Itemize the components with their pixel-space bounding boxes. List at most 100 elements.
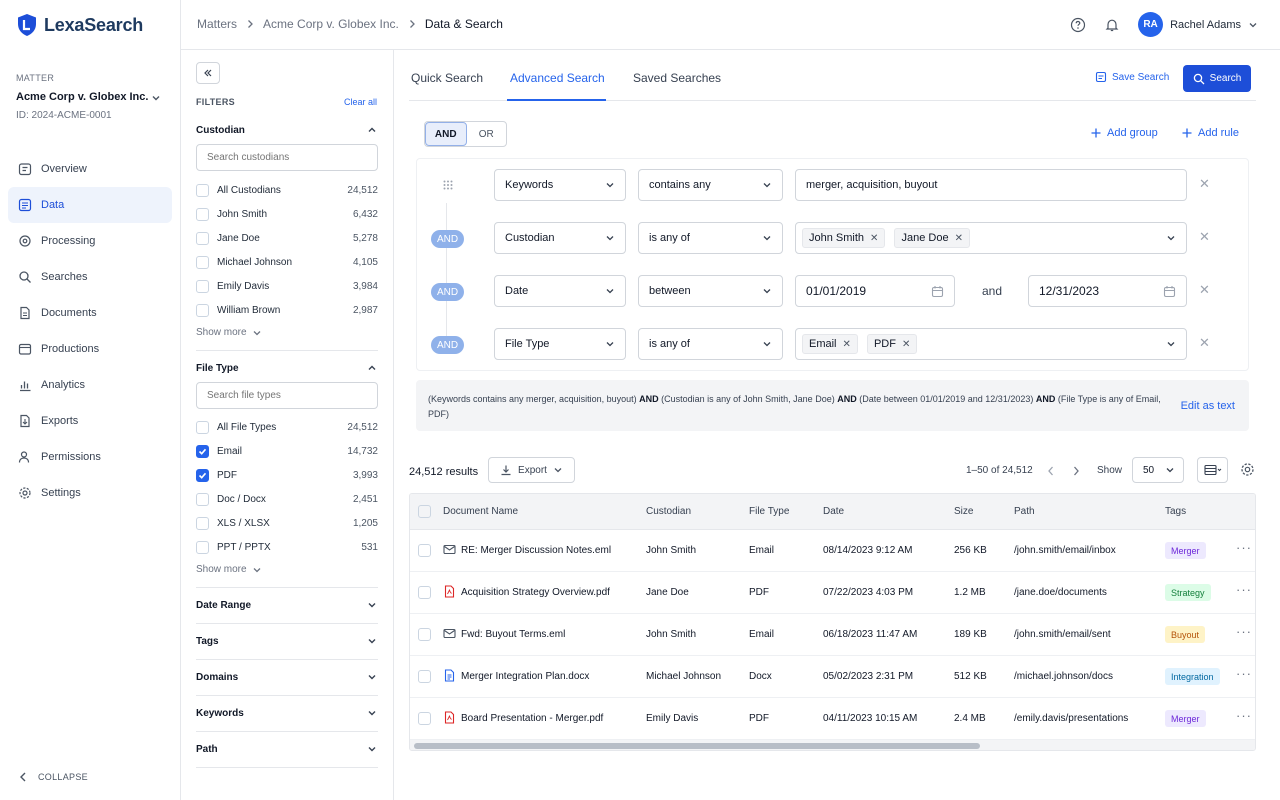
- custodian-show-more[interactable]: Show more: [196, 327, 262, 338]
- column-header-file-type[interactable]: File Type: [749, 506, 789, 517]
- remove-rule-icon[interactable]: ✕: [1199, 176, 1210, 192]
- page-size-select[interactable]: 50: [1132, 457, 1184, 483]
- filter-option[interactable]: Email 14,732: [196, 439, 378, 463]
- and-toggle[interactable]: AND: [425, 122, 467, 146]
- checkbox[interactable]: [196, 207, 209, 221]
- more-options-icon[interactable]: ···: [1236, 540, 1252, 555]
- nav-item-productions[interactable]: Productions: [8, 331, 172, 367]
- nav-item-exports[interactable]: Exports: [8, 403, 172, 439]
- collapse-nav-button[interactable]: COLLAPSE: [18, 771, 88, 783]
- bell-icon[interactable]: [1104, 17, 1120, 33]
- custodian-section-header[interactable]: Custodian: [196, 124, 378, 136]
- logo[interactable]: LexaSearch: [16, 13, 143, 37]
- checkbox[interactable]: [196, 492, 209, 506]
- nav-item-data[interactable]: Data: [8, 187, 172, 223]
- column-header-document-name[interactable]: Document Name: [443, 506, 518, 517]
- keywords-section-header[interactable]: Keywords: [196, 707, 378, 719]
- more-options-icon[interactable]: ···: [1236, 666, 1252, 681]
- nav-item-permissions[interactable]: Permissions: [8, 439, 172, 475]
- row-checkbox[interactable]: [418, 544, 431, 557]
- calendar-icon[interactable]: [1163, 285, 1176, 298]
- table-row[interactable]: Board Presentation - Merger.pdf Emily Da…: [410, 698, 1255, 740]
- next-page-icon[interactable]: [1071, 465, 1081, 477]
- scrollbar-thumb[interactable]: [414, 743, 980, 749]
- remove-rule-icon[interactable]: ✕: [1199, 229, 1210, 245]
- close-icon[interactable]: ✕: [902, 339, 910, 350]
- column-header-tags[interactable]: Tags: [1165, 506, 1186, 517]
- close-icon[interactable]: ✕: [870, 233, 878, 244]
- column-header-date[interactable]: Date: [823, 506, 844, 517]
- checkbox[interactable]: [196, 444, 209, 458]
- calendar-icon[interactable]: [931, 285, 944, 298]
- cell-document-name[interactable]: RE: Merger Discussion Notes.eml: [461, 545, 611, 556]
- filter-option[interactable]: Emily Davis 3,984: [196, 274, 378, 298]
- breadcrumb-matters[interactable]: Matters: [197, 17, 237, 31]
- nav-item-searches[interactable]: Searches: [8, 259, 172, 295]
- custodian-multi-select[interactable]: John Smith ✕ Jane Doe ✕: [795, 222, 1187, 254]
- search-custodians-input[interactable]: [196, 144, 378, 171]
- column-header-size[interactable]: Size: [954, 506, 973, 517]
- checkbox[interactable]: [196, 420, 209, 434]
- prev-page-icon[interactable]: [1046, 465, 1056, 477]
- rule-field-select[interactable]: Keywords: [494, 169, 626, 201]
- nav-item-documents[interactable]: Documents: [8, 295, 172, 331]
- filter-option[interactable]: All File Types 24,512: [196, 415, 378, 439]
- close-icon[interactable]: ✕: [843, 339, 851, 350]
- rule-field-select[interactable]: Date: [494, 275, 626, 307]
- table-row[interactable]: Merger Integration Plan.docx Michael Joh…: [410, 656, 1255, 698]
- help-icon[interactable]: [1070, 17, 1086, 33]
- keywords-value-input[interactable]: merger, acquisition, buyout: [795, 169, 1187, 201]
- remove-rule-icon[interactable]: ✕: [1199, 335, 1210, 351]
- nav-item-analytics[interactable]: Analytics: [8, 367, 172, 403]
- chevron-down-icon[interactable]: [150, 92, 162, 104]
- checkbox[interactable]: [196, 468, 209, 482]
- more-options-icon[interactable]: ···: [1236, 708, 1252, 723]
- edit-as-text-link[interactable]: Edit as text: [1181, 400, 1235, 412]
- export-button[interactable]: Export: [488, 457, 575, 483]
- rule-operator-select[interactable]: contains any: [638, 169, 783, 201]
- nav-item-settings[interactable]: Settings: [8, 475, 172, 511]
- date-range-section-header[interactable]: Date Range: [196, 599, 378, 611]
- rule-field-select[interactable]: Custodian: [494, 222, 626, 254]
- checkbox[interactable]: [196, 279, 209, 293]
- checkbox[interactable]: [196, 231, 209, 245]
- matter-name[interactable]: Acme Corp v. Globex Inc.: [16, 91, 148, 103]
- filter-option[interactable]: PDF 3,993: [196, 463, 378, 487]
- search-file-types-input[interactable]: [196, 382, 378, 409]
- filter-option[interactable]: Jane Doe 5,278: [196, 226, 378, 250]
- rule-operator-select[interactable]: between: [638, 275, 783, 307]
- columns-button[interactable]: [1197, 457, 1228, 483]
- table-settings-icon[interactable]: [1240, 462, 1255, 477]
- row-checkbox[interactable]: [418, 586, 431, 599]
- table-row[interactable]: Fwd: Buyout Terms.eml John Smith Email 0…: [410, 614, 1255, 656]
- save-search-button[interactable]: Save Search: [1095, 71, 1169, 83]
- tab-saved-searches[interactable]: Saved Searches: [633, 71, 721, 85]
- collapse-filters-button[interactable]: [196, 62, 220, 84]
- filter-option[interactable]: Michael Johnson 4,105: [196, 250, 378, 274]
- rule-operator-select[interactable]: is any of: [638, 222, 783, 254]
- more-options-icon[interactable]: ···: [1236, 624, 1252, 639]
- remove-rule-icon[interactable]: ✕: [1199, 282, 1210, 298]
- user-menu[interactable]: RA Rachel Adams: [1138, 12, 1258, 37]
- cell-document-name[interactable]: Fwd: Buyout Terms.eml: [461, 629, 565, 640]
- or-toggle[interactable]: OR: [467, 122, 507, 146]
- nav-item-overview[interactable]: Overview: [8, 151, 172, 187]
- filter-option[interactable]: XLS / XLSX 1,205: [196, 511, 378, 535]
- file-type-show-more[interactable]: Show more: [196, 564, 262, 575]
- select-all-checkbox[interactable]: [418, 505, 431, 518]
- date-from-input[interactable]: 01/01/2019: [795, 275, 955, 307]
- row-checkbox[interactable]: [418, 712, 431, 725]
- row-checkbox[interactable]: [418, 670, 431, 683]
- checkbox[interactable]: [196, 516, 209, 530]
- tags-section-header[interactable]: Tags: [196, 635, 378, 647]
- column-header-path[interactable]: Path: [1014, 506, 1035, 517]
- row-checkbox[interactable]: [418, 628, 431, 641]
- filter-option[interactable]: Doc / Docx 2,451: [196, 487, 378, 511]
- checkbox[interactable]: [196, 303, 209, 317]
- filter-option[interactable]: PPT / PPTX 531: [196, 535, 378, 559]
- cell-document-name[interactable]: Acquisition Strategy Overview.pdf: [461, 587, 610, 598]
- add-group-button[interactable]: Add group: [1090, 127, 1158, 139]
- search-button[interactable]: Search: [1183, 65, 1251, 92]
- rule-field-select[interactable]: File Type: [494, 328, 626, 360]
- file-type-multi-select[interactable]: Email ✕ PDF ✕: [795, 328, 1187, 360]
